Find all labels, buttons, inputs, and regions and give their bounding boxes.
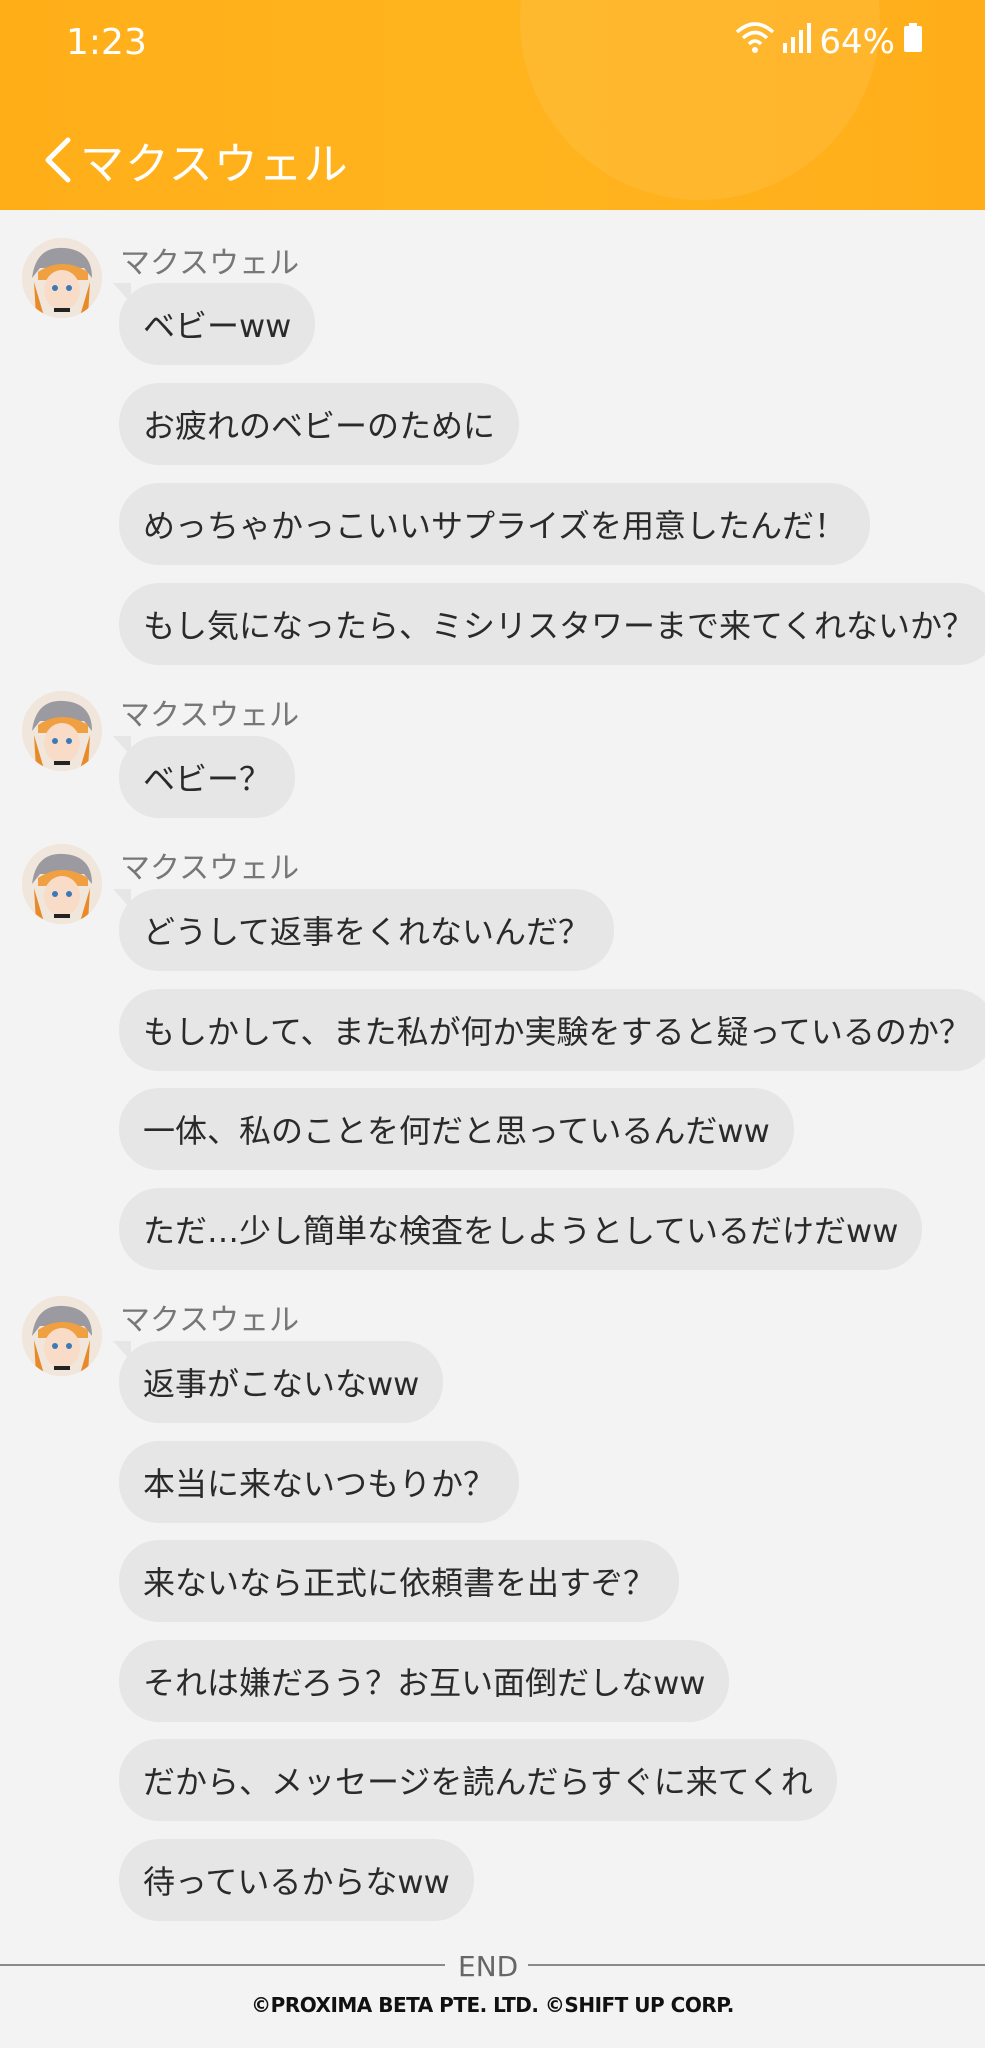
- avatar[interactable]: [22, 844, 102, 924]
- battery-icon: [903, 22, 923, 62]
- sender-name: マクスウェル: [120, 698, 300, 733]
- wifi-icon: [735, 20, 775, 63]
- message-bubble[interactable]: 返事がこないなww: [119, 1341, 444, 1423]
- avatar[interactable]: [22, 691, 102, 771]
- end-divider: END: [0, 1950, 985, 1983]
- copyright-notice: ©PROXIMA BETA PTE. LTD. ©SHIFT UP CORP.: [251, 1993, 734, 2017]
- message-bubble[interactable]: めっちゃかっこいいサプライズを用意したんだ！: [119, 483, 871, 565]
- message-bubble[interactable]: お疲れのベビーのために: [119, 383, 520, 465]
- status-icons: 64%: [735, 20, 923, 63]
- message-bubble[interactable]: 来ないなら正式に依頼書を出すぞ？: [119, 1540, 680, 1622]
- message-bubble[interactable]: 本当に来ないつもりか？: [119, 1441, 520, 1523]
- message-bubble[interactable]: どうして返事をくれないんだ？: [119, 889, 615, 971]
- back-button[interactable]: マクスウェル: [40, 128, 349, 192]
- divider-line: [528, 1964, 985, 1966]
- chevron-left-icon[interactable]: [40, 134, 76, 186]
- signal-icon: [783, 21, 812, 62]
- sender-name: マクスウェル: [120, 1303, 300, 1338]
- message-bubble[interactable]: 待っているからなww: [119, 1839, 474, 1921]
- message-bubble[interactable]: 一体、私のことを何だと思っているんだww: [119, 1088, 794, 1170]
- battery-percent: 64%: [819, 21, 895, 62]
- app-header: 1:23 64% マクスウェル: [0, 0, 985, 210]
- message-bubble[interactable]: ただ…少し簡単な検査をしようとしているだけだww: [119, 1188, 923, 1270]
- message-bubble[interactable]: ベビーww: [119, 283, 316, 365]
- status-time: 1:23: [66, 22, 147, 63]
- sender-name: マクスウェル: [120, 851, 300, 886]
- sender-name: マクスウェル: [120, 246, 300, 281]
- message-bubble[interactable]: それは嫌だろう？お互い面倒だしなww: [119, 1640, 730, 1722]
- end-label: END: [458, 1950, 519, 1983]
- message-bubble[interactable]: もしかして、また私が何か実験をすると疑っているのか？: [119, 989, 985, 1071]
- page-title: マクスウェル: [80, 139, 349, 190]
- message-bubble[interactable]: ベビー？: [119, 736, 296, 818]
- message-bubble[interactable]: もし気になったら、ミシリスタワーまで来てくれないか？: [119, 583, 985, 665]
- avatar[interactable]: [22, 238, 102, 318]
- avatar[interactable]: [22, 1296, 102, 1376]
- message-bubble[interactable]: だから、メッセージを読んだらすぐに来てくれ: [119, 1739, 837, 1821]
- divider-line: [0, 1964, 445, 1966]
